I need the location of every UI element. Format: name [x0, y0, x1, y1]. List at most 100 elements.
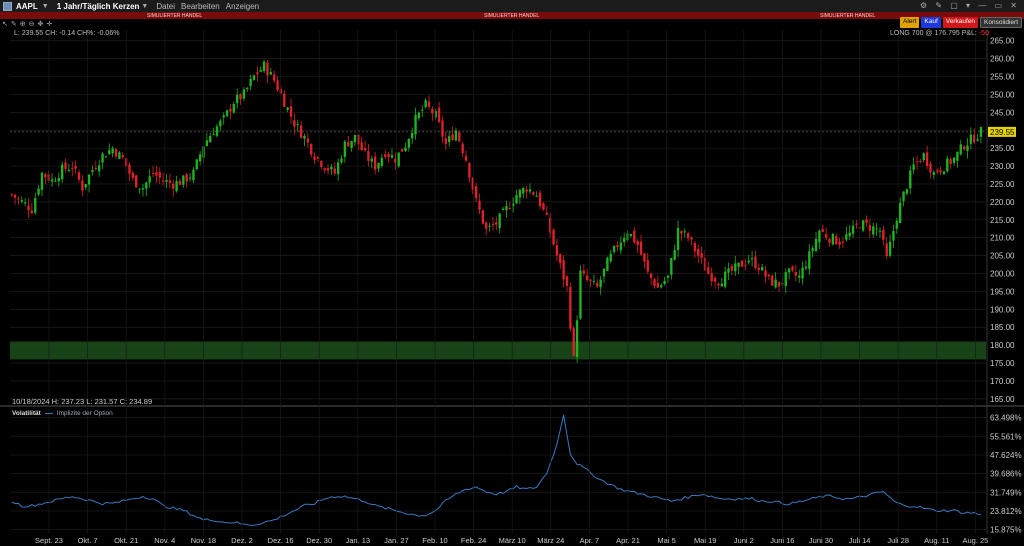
candle-body — [448, 136, 451, 143]
candle-body — [303, 136, 306, 139]
symbol-selector[interactable]: AAPL — [16, 2, 38, 11]
position-text: LONG 700 @ 176.795 P&L: — [890, 30, 977, 37]
zoom-out-icon[interactable]: ⊖ — [29, 20, 35, 28]
candle-body — [417, 112, 421, 119]
zoom-in-icon[interactable]: ⊕ — [20, 20, 26, 28]
price-tick-label: 185.00 — [990, 323, 1015, 332]
candle-body — [700, 253, 703, 258]
candle-body — [172, 183, 175, 189]
candle-body — [861, 220, 865, 231]
candle-body — [74, 165, 77, 169]
buy-button[interactable]: Kauf — [921, 17, 941, 28]
candle-body — [343, 141, 347, 157]
candle-body — [427, 101, 431, 107]
candle-body — [925, 152, 929, 166]
candle-body — [377, 162, 380, 169]
chart-area[interactable]: 165.00 170.00 175.00 180.00 185.00 190.00 195.… — [0, 0, 1024, 546]
price-tick-label: 165.00 — [990, 395, 1015, 404]
window-controls[interactable]: ⚙ ✎ ▢ ▾ — ▭ ✕ — [920, 1, 1020, 10]
candle-body — [94, 168, 97, 170]
vol-tick-label: 39.686% — [990, 470, 1022, 479]
candle-body — [569, 287, 572, 329]
candle-body — [336, 162, 340, 175]
candle-body — [609, 253, 612, 262]
candle-body — [182, 175, 185, 185]
candle-body — [683, 231, 686, 233]
candle-body — [155, 172, 158, 176]
candle-body — [818, 230, 821, 243]
candle-body — [909, 170, 912, 189]
candle-body — [771, 275, 774, 286]
candle-body — [229, 108, 232, 112]
candle-body — [37, 188, 40, 195]
time-tick-label: Aug. 25 — [962, 536, 988, 545]
candle-body — [575, 320, 579, 358]
chart-toolbar: ↖ ✎ ⊕ ⊖ ✥ ✛ — [2, 19, 52, 28]
pan-icon[interactable]: ✥ — [38, 20, 44, 28]
candle-body — [293, 120, 296, 127]
price-candles — [10, 59, 983, 363]
candle-body — [215, 126, 219, 136]
candle-body — [451, 134, 454, 140]
candle-body — [454, 130, 458, 141]
price-tick-label: 230.00 — [990, 162, 1015, 171]
candle-body — [912, 164, 915, 170]
period-selector[interactable]: 1 Jahr/Täglich Kerzen — [57, 2, 140, 11]
candle-body — [252, 75, 256, 80]
candle-body — [481, 210, 485, 224]
candle-body — [299, 125, 303, 138]
consolidated-button[interactable]: Konsolidiert — [980, 17, 1022, 28]
candle-body — [283, 93, 286, 107]
menu-file[interactable]: Datei — [156, 2, 175, 11]
crosshair-icon[interactable]: ✛ — [46, 20, 52, 28]
ohlc-readout: 10/18/2024 H: 237.23 L: 231.57 C: 234.89 — [12, 397, 153, 406]
sell-button[interactable]: Verkaufen — [942, 17, 979, 28]
candle-body — [979, 126, 983, 137]
chevron-down-icon[interactable]: ▼ — [141, 3, 148, 10]
candle-body — [956, 151, 959, 161]
candle-body — [939, 170, 942, 173]
candle-body — [323, 168, 326, 171]
price-tick-label: 210.00 — [990, 234, 1015, 243]
cursor-icon[interactable]: ↖ — [2, 20, 8, 28]
candle-body — [798, 275, 801, 278]
alert-button[interactable]: Alert — [900, 17, 920, 28]
candle-body — [246, 87, 249, 90]
candle-body — [205, 140, 209, 147]
candle-body — [198, 154, 202, 162]
menu-edit[interactable]: Bearbeiten — [181, 2, 220, 11]
time-x-axis: Sept. 23 Okt. 7 Okt. 21 Nov. 4 Nov. 18 Dez. 2… — [35, 30, 988, 545]
draw-icon[interactable]: ✎ — [11, 20, 17, 28]
candle-body — [966, 145, 969, 151]
candle-body — [717, 283, 720, 286]
candle-body — [158, 172, 161, 178]
candle-body — [421, 109, 424, 111]
candle-body — [623, 238, 626, 243]
price-tick-label: 225.00 — [990, 180, 1015, 189]
candle-body — [111, 148, 114, 154]
legend-series-name: Implizite der Option — [56, 410, 113, 417]
candle-body — [121, 155, 124, 158]
candle-body — [616, 245, 619, 248]
candle-body — [225, 110, 229, 116]
candle-body — [522, 188, 525, 194]
candle-body — [586, 275, 589, 280]
chevron-down-icon[interactable]: ▼ — [42, 3, 49, 10]
candle-body — [814, 238, 818, 251]
candle-body — [811, 248, 814, 251]
candle-body — [831, 233, 835, 245]
volatility-gridlines — [10, 417, 986, 530]
candle-body — [855, 223, 858, 225]
candle-body — [636, 240, 639, 246]
candle-body — [27, 205, 30, 211]
candle-body — [464, 155, 468, 161]
vol-tick-label: 63.498% — [990, 414, 1022, 423]
candle-body — [185, 174, 188, 182]
candle-body — [845, 234, 848, 240]
candle-body — [902, 191, 905, 202]
candle-body — [310, 144, 313, 155]
candle-body — [491, 224, 495, 226]
menu-view[interactable]: Anzeigen — [226, 2, 259, 11]
candle-body — [919, 160, 922, 163]
candle-body — [643, 253, 646, 262]
